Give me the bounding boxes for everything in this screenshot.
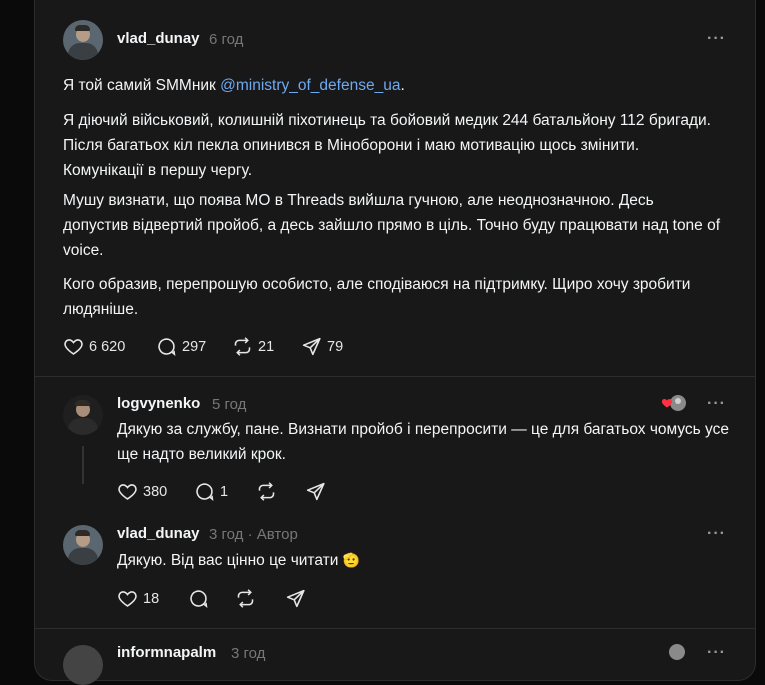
mention-link[interactable]: @ministry_of_defense_ua <box>220 77 400 94</box>
heart-icon <box>118 591 137 607</box>
share-button[interactable]: 79 <box>301 336 343 357</box>
repost-icon <box>237 589 254 608</box>
post-paragraph-2: Я діючий військовий, колишній піхотинець… <box>63 112 711 179</box>
more-icon[interactable]: ··· <box>707 525 726 543</box>
like-count: 18 <box>143 590 160 607</box>
reply-time[interactable]: 5 год <box>212 396 246 413</box>
thread-card: vlad_dunay 6 год ··· Я той самий SMMник … <box>34 0 756 685</box>
share-icon <box>286 589 305 608</box>
post-paragraph-3: Мушу визнати, що поява МО в Threads вийш… <box>63 192 721 259</box>
post-paragraph-1: Я той самий SMMник @ministry_of_defense_… <box>63 77 405 94</box>
like-button[interactable]: 6 620 <box>63 336 125 357</box>
avatar[interactable] <box>63 20 103 60</box>
divider <box>35 376 755 377</box>
divider <box>35 628 755 629</box>
reply-text: Дякую. Від вас цінно це читати 🫡 <box>117 552 361 569</box>
repost-button[interactable]: 21 <box>232 336 274 357</box>
repost-button[interactable] <box>235 588 256 609</box>
repost-icon <box>258 482 275 501</box>
post-paragraph-4: Кого образив, перепрошую особисто, але с… <box>63 276 691 318</box>
reply-username[interactable]: informnapalm <box>117 644 216 661</box>
share-button[interactable] <box>305 481 326 502</box>
heart-icon <box>64 339 83 355</box>
post-username[interactable]: vlad_dunay <box>117 30 200 47</box>
reply-time[interactable]: 3 год · Автор <box>209 526 298 543</box>
author-badge: Автор <box>256 526 298 543</box>
post-time[interactable]: 6 год <box>209 31 243 48</box>
avatar[interactable] <box>63 645 103 685</box>
repost-count: 21 <box>258 338 275 355</box>
reply-username[interactable]: logvynenko <box>117 395 200 412</box>
thread-line <box>82 446 84 484</box>
heart-icon <box>118 484 137 500</box>
share-icon <box>306 482 325 501</box>
like-count: 380 <box>143 483 168 500</box>
comment-icon <box>196 483 214 502</box>
comment-count: 297 <box>182 338 207 355</box>
reply-text: Дякую за службу, пане. Визнати пройоб і … <box>117 421 730 463</box>
share-count: 79 <box>327 338 344 355</box>
comment-icon <box>190 590 208 609</box>
like-button[interactable]: 380 <box>117 481 167 502</box>
like-button[interactable]: 18 <box>117 588 159 609</box>
comment-icon <box>158 338 176 357</box>
repost-icon <box>234 337 251 356</box>
comment-button[interactable]: 1 <box>194 481 228 502</box>
more-icon[interactable]: ··· <box>707 644 726 662</box>
more-icon[interactable]: ··· <box>707 395 726 413</box>
share-button[interactable] <box>285 588 306 609</box>
repost-button[interactable] <box>256 481 277 502</box>
comment-button[interactable]: 297 <box>156 336 206 357</box>
like-count: 6 620 <box>89 338 126 355</box>
comment-count: 1 <box>220 483 229 500</box>
reply-username[interactable]: vlad_dunay <box>117 525 200 542</box>
comment-button[interactable] <box>188 588 209 609</box>
share-icon <box>302 337 321 356</box>
reaction-avatars[interactable] <box>665 642 687 667</box>
more-icon[interactable]: ··· <box>707 30 726 48</box>
reaction-avatars[interactable] <box>661 393 687 418</box>
salute-emoji: 🫡 <box>342 552 361 568</box>
avatar[interactable] <box>63 395 103 435</box>
avatar[interactable] <box>63 525 103 565</box>
